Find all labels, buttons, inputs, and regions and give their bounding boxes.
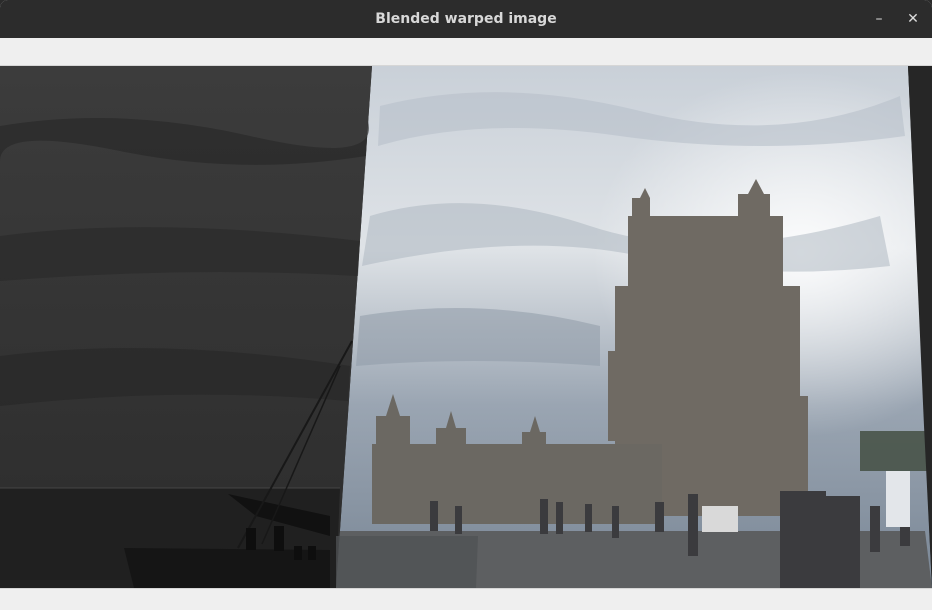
blended-warped-image	[0, 66, 932, 588]
blend-overlap	[336, 536, 478, 588]
image-canvas	[0, 66, 932, 588]
close-button[interactable]: ✕	[901, 7, 925, 31]
app-window: Blended warped image – ✕	[0, 0, 932, 610]
dark-photo-layer	[0, 66, 372, 588]
signpost	[886, 471, 910, 527]
minimize-icon: –	[875, 11, 883, 27]
close-icon: ✕	[907, 11, 919, 27]
status-bar	[0, 588, 932, 610]
warped-photo-layer	[336, 66, 932, 588]
toolbar-area	[0, 38, 932, 66]
minimize-button[interactable]: –	[867, 7, 891, 31]
window-title: Blended warped image	[375, 11, 557, 27]
title-bar[interactable]: Blended warped image – ✕	[0, 0, 932, 38]
car	[702, 506, 738, 532]
